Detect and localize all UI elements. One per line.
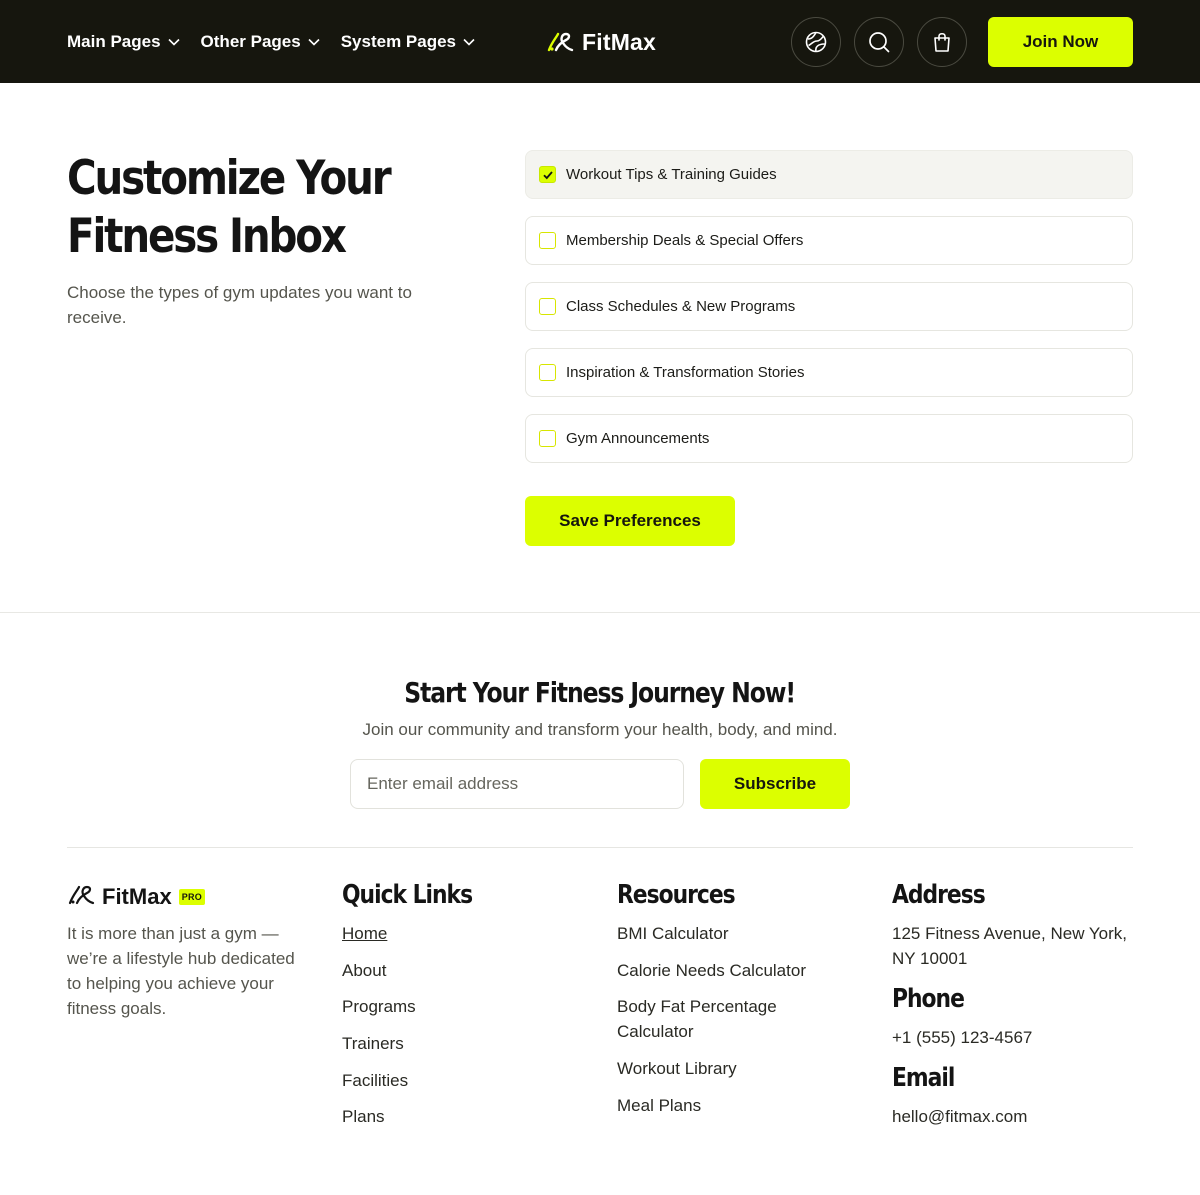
footer-link-workout-library[interactable]: Workout Library — [617, 1056, 737, 1081]
checkmark-icon — [542, 170, 553, 179]
chevron-down-icon — [308, 38, 320, 46]
footer-about-line: fitness goals. — [67, 999, 167, 1018]
language-button[interactable] — [791, 17, 841, 67]
footer-link-meal-plans[interactable]: Meal Plans — [617, 1093, 701, 1118]
nav-system-pages[interactable]: System Pages — [341, 32, 476, 52]
newsletter-title: Start Your Fitness Journey Now! — [0, 676, 1200, 709]
option-gym-announcements[interactable]: Gym Announcements — [525, 414, 1133, 463]
footer-link-body-fat-line-1: Body Fat Percentage — [617, 997, 777, 1016]
address-line-2: NY 10001 — [892, 949, 968, 968]
search-icon — [869, 32, 890, 53]
address-text: 125 Fitness Avenue, New York, NY 10001 — [892, 921, 1127, 971]
email-link[interactable]: hello@fitmax.com — [892, 1104, 1027, 1129]
fitmax-logo-icon — [67, 883, 95, 912]
nav-main-pages[interactable]: Main Pages — [67, 32, 181, 52]
email-title: Email — [892, 1063, 955, 1093]
option-label: Membership Deals & Special Offers — [566, 232, 804, 249]
shopping-bag-icon — [934, 32, 950, 52]
nav-main-pages-label: Main Pages — [67, 31, 161, 51]
chevron-down-icon — [463, 38, 475, 46]
checkbox[interactable] — [539, 232, 556, 249]
page-title-line-2: Fitness Inbox — [67, 209, 347, 264]
footer-link-body-fat-line-2: Calculator — [617, 1022, 694, 1041]
option-class-schedules[interactable]: Class Schedules & New Programs — [525, 282, 1133, 331]
checkbox[interactable] — [539, 430, 556, 447]
footer-link-trainers[interactable]: Trainers — [342, 1031, 404, 1056]
footer-link-bmi-calculator[interactable]: BMI Calculator — [617, 921, 728, 946]
fitmax-logo-icon — [546, 30, 574, 54]
newsletter-title-text: Start Your Fitness Journey Now! — [404, 676, 797, 709]
footer-link-body-fat-calculator[interactable]: Body Fat Percentage Calculator — [617, 994, 847, 1044]
option-inspiration-stories[interactable]: Inspiration & Transformation Stories — [525, 348, 1133, 397]
quick-links-title: Quick Links — [342, 880, 473, 910]
site-header: Main Pages Other Pages System Pages FitM… — [0, 0, 1200, 83]
nav-other-pages[interactable]: Other Pages — [201, 32, 321, 52]
pro-badge: PRO — [178, 889, 206, 905]
footer-about-line: It is more than just a gym — — [67, 924, 279, 943]
join-now-button[interactable]: Join Now — [988, 17, 1133, 67]
footer-link-home[interactable]: Home — [342, 921, 387, 946]
option-label: Workout Tips & Training Guides — [566, 166, 777, 183]
footer-about-line: to helping you achieve your — [67, 974, 274, 993]
nav-other-pages-label: Other Pages — [200, 31, 301, 51]
footer-link-calorie-calculator[interactable]: Calorie Needs Calculator — [617, 958, 806, 983]
footer-link-plans[interactable]: Plans — [342, 1104, 385, 1129]
email-input[interactable] — [350, 759, 684, 809]
checkbox[interactable] — [539, 298, 556, 315]
page-title: Customize Your Fitness Inbox — [67, 150, 411, 266]
globe-icon — [805, 31, 827, 53]
main-nav: Main Pages Other Pages System Pages — [67, 0, 476, 83]
footer-link-programs[interactable]: Programs — [342, 994, 416, 1019]
page-description: Choose the types of gym updates you want… — [67, 283, 412, 327]
address-title: Address — [892, 880, 986, 910]
phone-link[interactable]: +1 (555) 123-4567 — [892, 1025, 1032, 1050]
option-membership-deals[interactable]: Membership Deals & Special Offers — [525, 216, 1133, 265]
resources-title: Resources — [617, 880, 736, 910]
footer-about: It is more than just a gym — we’re a lif… — [67, 921, 317, 1021]
section-divider — [0, 612, 1200, 613]
nav-system-pages-label: System Pages — [340, 31, 456, 51]
address-line-1: 125 Fitness Avenue, New York, — [892, 924, 1128, 943]
footer-divider — [67, 847, 1133, 848]
footer-link-about[interactable]: About — [342, 958, 386, 983]
logo-text: FitMax — [582, 28, 657, 55]
footer-link-facilities[interactable]: Facilities — [342, 1068, 408, 1093]
newsletter-description: Join our community and transform your he… — [362, 720, 838, 739]
header-logo[interactable]: FitMax — [546, 26, 656, 58]
option-label: Inspiration & Transformation Stories — [566, 364, 805, 381]
footer-about-line: we’re a lifestyle hub dedicated — [67, 949, 295, 968]
footer-logo-text: FitMax — [102, 884, 172, 909]
option-workout-tips[interactable]: Workout Tips & Training Guides — [525, 150, 1133, 199]
chevron-down-icon — [167, 38, 180, 46]
option-label: Gym Announcements — [566, 430, 710, 447]
footer-logo[interactable]: FitMax PRO — [67, 882, 206, 912]
page-title-line-1: Customize Your — [67, 151, 392, 206]
save-preferences-button[interactable]: Save Preferences — [525, 496, 735, 546]
search-button[interactable] — [854, 17, 904, 67]
cart-button[interactable] — [917, 17, 967, 67]
subscribe-button[interactable]: Subscribe — [700, 759, 850, 809]
option-label: Class Schedules & New Programs — [566, 298, 796, 315]
phone-title: Phone — [892, 984, 965, 1014]
checkbox[interactable] — [539, 166, 556, 183]
checkbox[interactable] — [539, 364, 556, 381]
